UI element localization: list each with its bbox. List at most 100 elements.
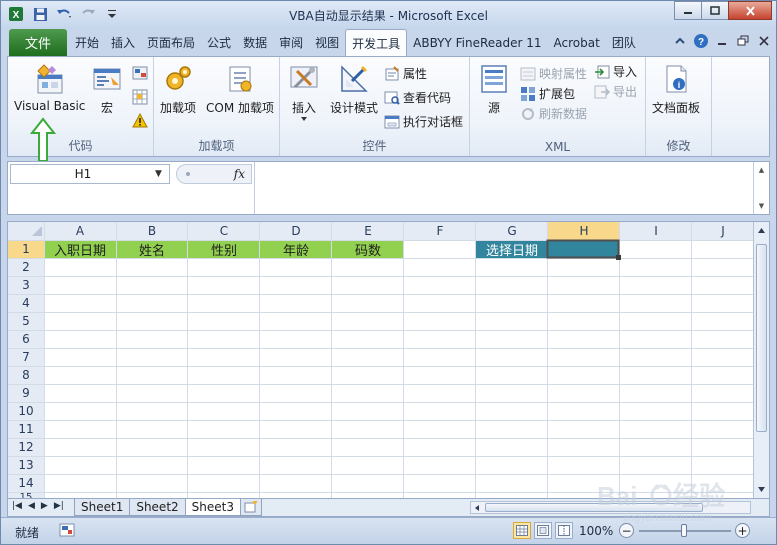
row-header[interactable]: 11 xyxy=(8,420,44,438)
zoom-slider-thumb[interactable] xyxy=(681,524,687,537)
view-code-button[interactable]: 查看代码 xyxy=(384,89,451,106)
row-header[interactable]: 14 xyxy=(8,474,44,492)
last-sheet-icon[interactable]: ▶| xyxy=(54,501,64,511)
chevron-down-icon[interactable]: ▼ xyxy=(155,169,169,179)
tab-review[interactable]: 审阅 xyxy=(273,29,309,56)
insert-control-button[interactable]: 插入 xyxy=(288,63,320,122)
formula-expand-control[interactable]: ▲ ▼ xyxy=(753,162,769,214)
relative-references-button[interactable] xyxy=(132,89,148,105)
help-icon[interactable]: ? xyxy=(693,33,709,49)
tab-file[interactable]: 文件 xyxy=(9,29,67,56)
tab-page-layout[interactable]: 页面布局 xyxy=(141,29,201,56)
column-header-g[interactable]: G xyxy=(476,222,548,240)
expansion-packs-button[interactable]: 扩展包 xyxy=(520,85,575,102)
cell-d1[interactable]: 年龄 xyxy=(260,240,332,259)
zoom-in-button[interactable]: + xyxy=(735,523,750,538)
row-header[interactable]: 8 xyxy=(8,366,44,384)
row-header[interactable]: 7 xyxy=(8,348,44,366)
row-header[interactable]: 6 xyxy=(8,330,44,348)
row-header[interactable]: 9 xyxy=(8,384,44,402)
name-box[interactable]: H1 ▼ xyxy=(10,164,170,184)
expand-handle-icon[interactable] xyxy=(183,169,193,179)
tab-abbyy[interactable]: ABBYY FineReader 11 xyxy=(407,29,547,56)
minimize-button[interactable] xyxy=(674,1,702,20)
xml-source-button[interactable]: 源 xyxy=(478,63,510,116)
map-properties-button[interactable]: 映射属性 xyxy=(520,65,587,82)
com-addins-button[interactable]: COM 加载项 xyxy=(206,63,274,116)
page-layout-view-button[interactable] xyxy=(534,522,552,539)
sheet-tab-3[interactable]: Sheet3 xyxy=(184,499,241,516)
workbook-close-icon[interactable] xyxy=(756,33,772,49)
column-header-a[interactable]: A xyxy=(44,222,116,240)
row-header[interactable]: 12 xyxy=(8,438,44,456)
scroll-left-icon[interactable] xyxy=(473,504,481,512)
record-macro-button[interactable] xyxy=(132,65,148,81)
tab-view[interactable]: 视图 xyxy=(309,29,345,56)
formula-input[interactable] xyxy=(254,162,753,214)
cell-h1-selected[interactable] xyxy=(548,240,620,258)
macro-security-button[interactable] xyxy=(132,113,148,129)
worksheet-grid[interactable]: A B C D E F G H I J 1 2 3 4 5 6 7 8 9 10… xyxy=(7,221,770,499)
tab-data[interactable]: 数据 xyxy=(237,29,273,56)
insert-function-button[interactable]: fx xyxy=(234,167,245,181)
row-header[interactable]: 13 xyxy=(8,456,44,474)
com-addins-label: COM 加载项 xyxy=(206,101,274,115)
row-header[interactable]: 5 xyxy=(8,312,44,330)
column-header-c[interactable]: C xyxy=(188,222,260,240)
cell-b1[interactable]: 姓名 xyxy=(116,240,188,259)
run-dialog-button[interactable]: 执行对话框 xyxy=(384,113,463,130)
tab-insert[interactable]: 插入 xyxy=(105,29,141,56)
tab-home[interactable]: 开始 xyxy=(69,29,105,56)
column-header-h[interactable]: H xyxy=(548,222,620,240)
tab-acrobat[interactable]: Acrobat xyxy=(548,29,606,56)
column-header-d[interactable]: D xyxy=(260,222,332,240)
insert-sheet-button[interactable] xyxy=(239,499,262,516)
zoom-out-button[interactable]: − xyxy=(619,523,634,538)
sheet-tab-2[interactable]: Sheet2 xyxy=(129,499,186,516)
column-header-e[interactable]: E xyxy=(332,222,404,240)
row-header[interactable]: 10 xyxy=(8,402,44,420)
row-header[interactable]: 2 xyxy=(8,258,44,276)
cell-g1[interactable]: 选择日期 xyxy=(476,240,548,259)
maximize-button[interactable] xyxy=(701,1,729,20)
column-header-b[interactable]: B xyxy=(116,222,188,240)
row-header[interactable]: 15 xyxy=(8,492,44,498)
workbook-minimize-icon[interactable] xyxy=(714,33,730,49)
row-header[interactable]: 4 xyxy=(8,294,44,312)
page-break-view-button[interactable] xyxy=(555,522,573,539)
ribbon-collapse-icon[interactable] xyxy=(672,33,688,49)
close-button[interactable] xyxy=(728,1,772,20)
visual-basic-button[interactable]: Visual Basic xyxy=(14,63,85,113)
properties-button[interactable]: 属性 xyxy=(384,65,427,82)
column-header-f[interactable]: F xyxy=(404,222,476,240)
next-sheet-icon[interactable]: ▶ xyxy=(41,501,48,511)
addins-button[interactable]: 加载项 xyxy=(160,63,196,116)
design-mode-button[interactable]: 设计模式 xyxy=(330,63,378,116)
xml-export-button[interactable]: 导出 xyxy=(594,83,637,100)
cell-e1[interactable]: 码数 xyxy=(332,240,404,259)
scroll-down-icon[interactable] xyxy=(757,486,766,494)
tab-developer[interactable]: 开发工具 xyxy=(345,29,408,56)
vertical-scrollbar[interactable] xyxy=(753,222,769,498)
document-panel-button[interactable]: i 文档面板 xyxy=(652,63,700,116)
refresh-data-button[interactable]: 刷新数据 xyxy=(520,105,587,122)
cell-a1[interactable]: 入职日期 xyxy=(44,240,116,259)
column-header-i[interactable]: I xyxy=(620,222,692,240)
macro-recording-icon[interactable] xyxy=(59,523,75,537)
prev-sheet-icon[interactable]: ◀ xyxy=(28,501,35,511)
first-sheet-icon[interactable]: |◀ xyxy=(12,501,22,511)
tab-team[interactable]: 团队 xyxy=(606,29,642,56)
normal-view-button[interactable] xyxy=(513,522,531,539)
xml-import-button[interactable]: 导入 xyxy=(594,63,637,80)
macros-button[interactable]: 宏 xyxy=(91,63,123,116)
scroll-up-icon[interactable] xyxy=(757,226,766,234)
tab-formulas[interactable]: 公式 xyxy=(201,29,237,56)
column-header-j[interactable]: J xyxy=(692,222,754,240)
sheet-tab-1[interactable]: Sheet1 xyxy=(74,499,131,516)
cell-c1[interactable]: 性别 xyxy=(188,240,260,259)
row-header[interactable]: 1 xyxy=(8,240,44,258)
row-header[interactable]: 3 xyxy=(8,276,44,294)
workbook-restore-icon[interactable] xyxy=(735,33,751,49)
vertical-scroll-thumb[interactable] xyxy=(756,244,767,432)
zoom-level[interactable]: 100% xyxy=(579,524,613,538)
